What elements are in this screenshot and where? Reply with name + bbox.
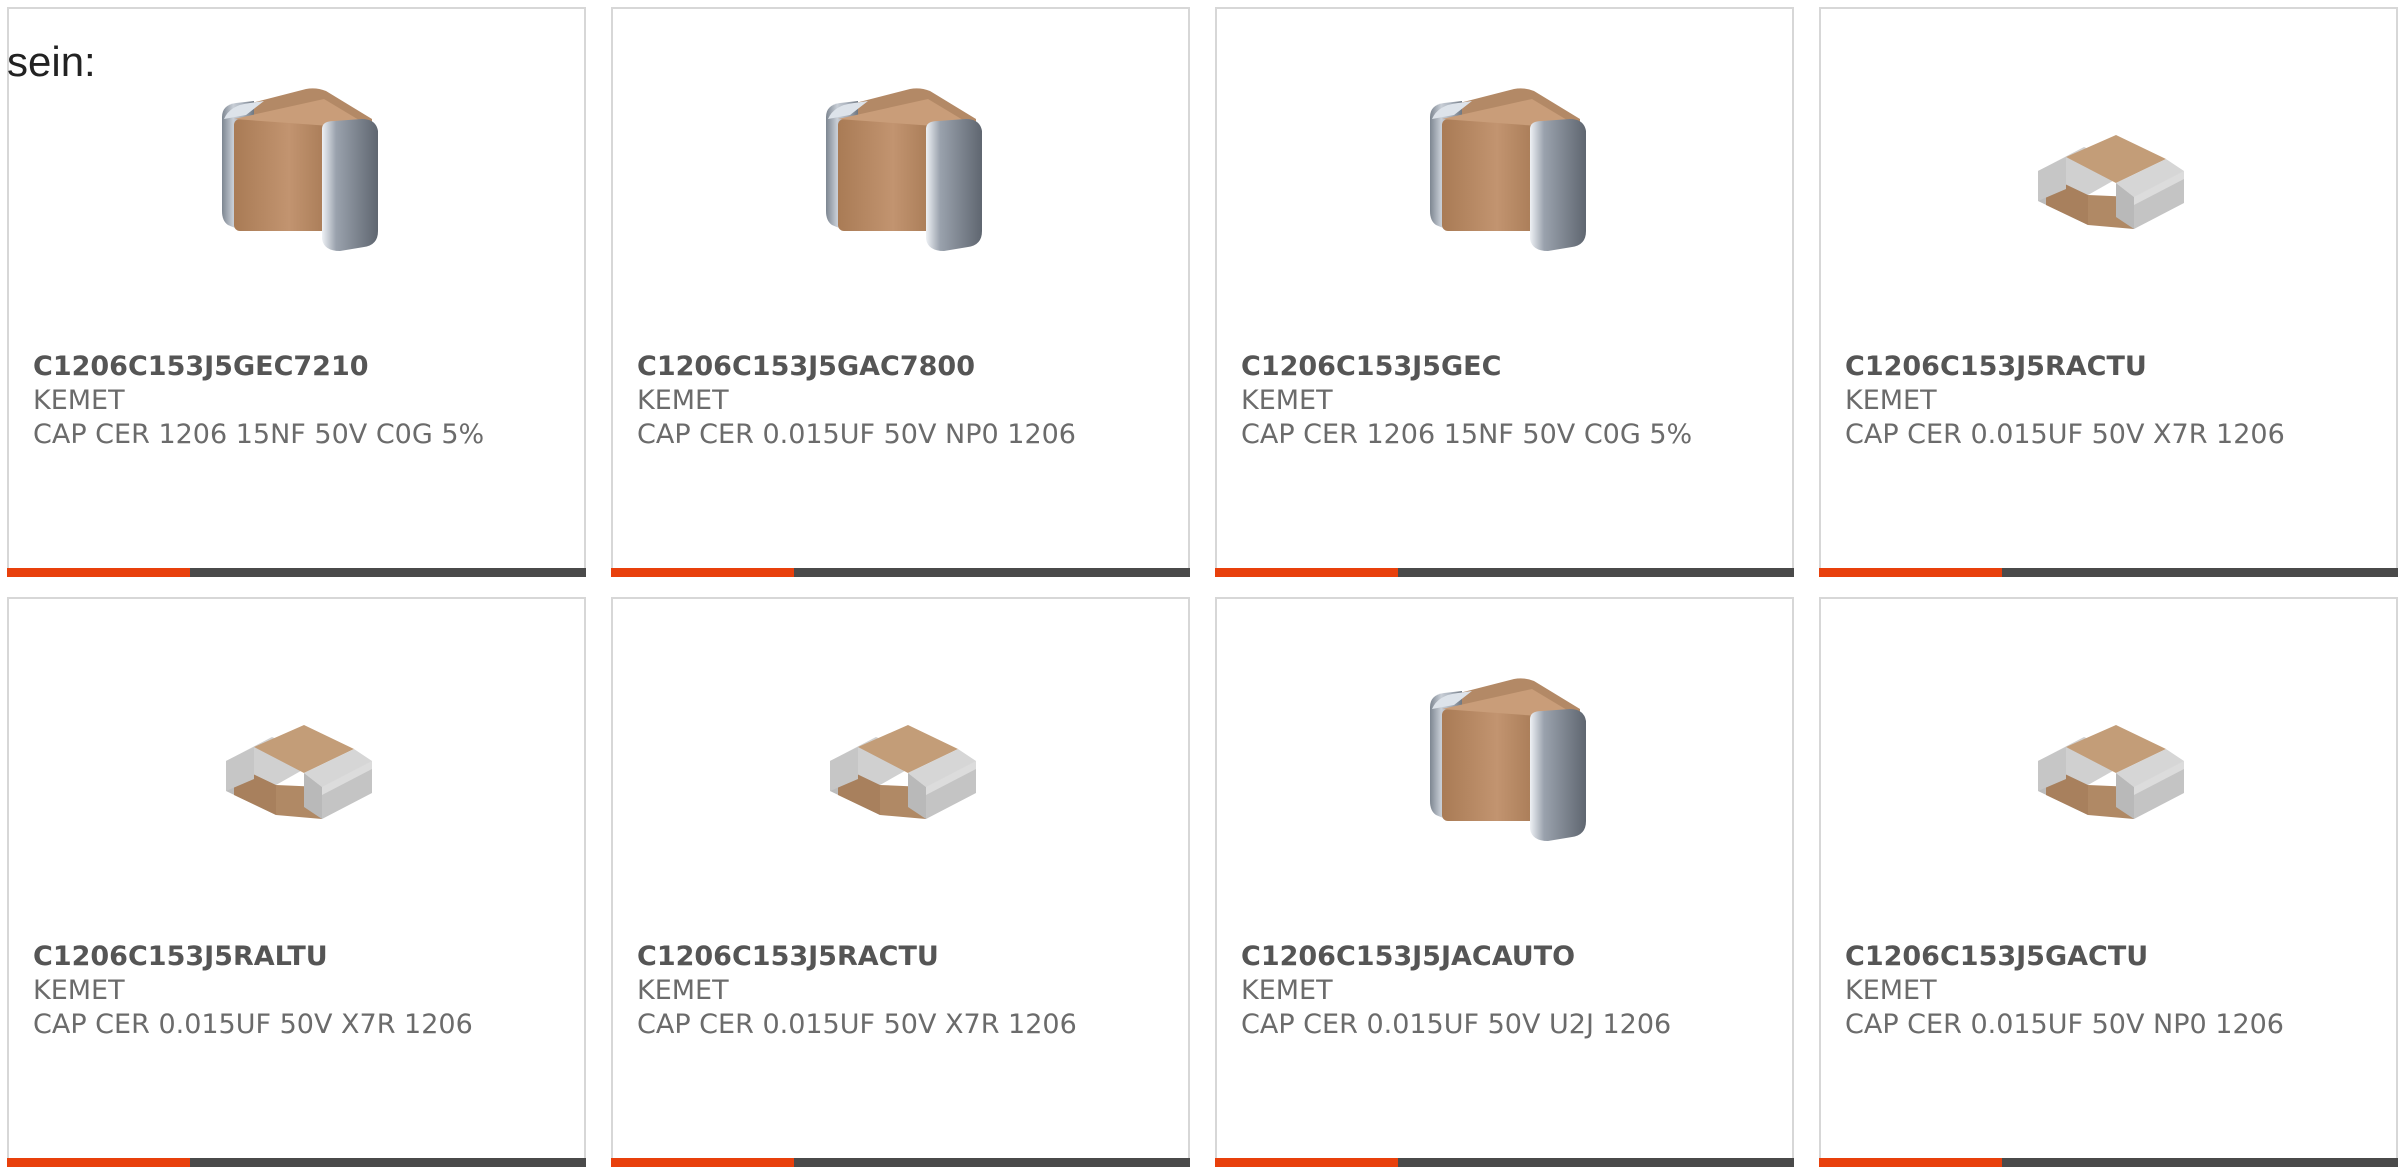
part-number-link[interactable]: C1206C153J5RACTU [637,940,1176,974]
product-info: C1206C153J5GAC7800 KEMET CAP CER 0.015UF 5… [637,350,1176,452]
capacitor-terminated-icon[interactable] [194,79,404,289]
product-info: C1206C153J5RALTU KEMET CAP CER 0.015UF 50V… [33,940,572,1042]
manufacturer-label: KEMET [1241,385,1333,416]
part-number-link[interactable]: C1206C153J5JACAUTO [1241,940,1780,974]
card-bottom-bar [1819,568,2398,577]
product-info: C1206C153J5GEC KEMET CAP CER 1206 15NF 50V… [1241,350,1780,452]
product-description: CAP CER 0.015UF 50V NP0 1206 [637,419,1076,450]
product-info: C1206C153J5GEC7210 KEMET CAP CER 1206 15NF… [33,350,572,452]
manufacturer-label: KEMET [33,385,125,416]
manufacturer-label: KEMET [1241,975,1333,1006]
manufacturer-label: KEMET [33,975,125,1006]
product-description: CAP CER 0.015UF 50V X7R 1206 [1845,419,2285,450]
card-bar-accent [7,1158,190,1167]
capacitor-terminated-icon[interactable] [798,79,1008,289]
card-bottom-bar [611,1158,1190,1167]
card-bar-accent [611,568,794,577]
product-card[interactable]: C1206C153J5GAC7800 KEMET CAP CER 0.015UF 5… [611,7,1190,577]
card-bar-accent [1819,568,2002,577]
product-card[interactable]: C1206C153J5GEC KEMET CAP CER 1206 15NF 50V… [1215,7,1794,577]
product-info: C1206C153J5RACTU KEMET CAP CER 0.015UF 50V… [1845,350,2384,452]
capacitor-chip-icon[interactable] [798,669,1008,879]
product-card[interactable]: C1206C153J5RACTU KEMET CAP CER 0.015UF 50V… [611,597,1190,1167]
product-description: CAP CER 0.015UF 50V X7R 1206 [637,1009,1077,1040]
part-number-link[interactable]: C1206C153J5GEC [1241,350,1780,384]
manufacturer-label: KEMET [637,385,729,416]
product-card[interactable]: C1206C153J5RALTU KEMET CAP CER 0.015UF 50V… [7,597,586,1167]
card-bar-accent [611,1158,794,1167]
part-number-link[interactable]: C1206C153J5RACTU [1845,350,2384,384]
manufacturer-label: KEMET [1845,385,1937,416]
card-bottom-bar [1215,1158,1794,1167]
product-grid: C1206C153J5GEC7210 KEMET CAP CER 1206 15NF… [7,7,2400,1167]
card-bottom-bar [611,568,1190,577]
manufacturer-label: KEMET [1845,975,1937,1006]
product-description: CAP CER 1206 15NF 50V C0G 5% [33,419,485,450]
product-description: CAP CER 0.015UF 50V U2J 1206 [1241,1009,1672,1040]
capacitor-chip-icon[interactable] [194,669,404,879]
product-description: CAP CER 1206 15NF 50V C0G 5% [1241,419,1693,450]
card-bottom-bar [7,1158,586,1167]
card-bar-accent [1215,1158,1398,1167]
part-number-link[interactable]: C1206C153J5GAC7800 [637,350,1176,384]
product-info: C1206C153J5RACTU KEMET CAP CER 0.015UF 50V… [637,940,1176,1042]
card-bottom-bar [7,568,586,577]
card-bottom-bar [1819,1158,2398,1167]
product-info: C1206C153J5GACTU KEMET CAP CER 0.015UF 50V… [1845,940,2384,1042]
manufacturer-label: KEMET [637,975,729,1006]
product-description: CAP CER 0.015UF 50V NP0 1206 [1845,1009,2284,1040]
product-card[interactable]: C1206C153J5GACTU KEMET CAP CER 0.015UF 50V… [1819,597,2398,1167]
capacitor-terminated-icon[interactable] [1402,79,1612,289]
card-bottom-bar [1215,568,1794,577]
intro-text: sein: [7,38,96,85]
part-number-link[interactable]: C1206C153J5GACTU [1845,940,2384,974]
card-bar-accent [1215,568,1398,577]
capacitor-chip-icon[interactable] [2006,669,2216,879]
capacitor-chip-icon[interactable] [2006,79,2216,289]
product-info: C1206C153J5JACAUTO KEMET CAP CER 0.015UF 5… [1241,940,1780,1042]
product-card[interactable]: C1206C153J5RACTU KEMET CAP CER 0.015UF 50V… [1819,7,2398,577]
part-number-link[interactable]: C1206C153J5RALTU [33,940,572,974]
card-bar-accent [1819,1158,2002,1167]
part-number-link[interactable]: C1206C153J5GEC7210 [33,350,572,384]
product-description: CAP CER 0.015UF 50V X7R 1206 [33,1009,473,1040]
product-card[interactable]: C1206C153J5JACAUTO KEMET CAP CER 0.015UF 5… [1215,597,1794,1167]
product-card[interactable]: C1206C153J5GEC7210 KEMET CAP CER 1206 15NF… [7,7,586,577]
capacitor-terminated-icon[interactable] [1402,669,1612,879]
card-bar-accent [7,568,190,577]
